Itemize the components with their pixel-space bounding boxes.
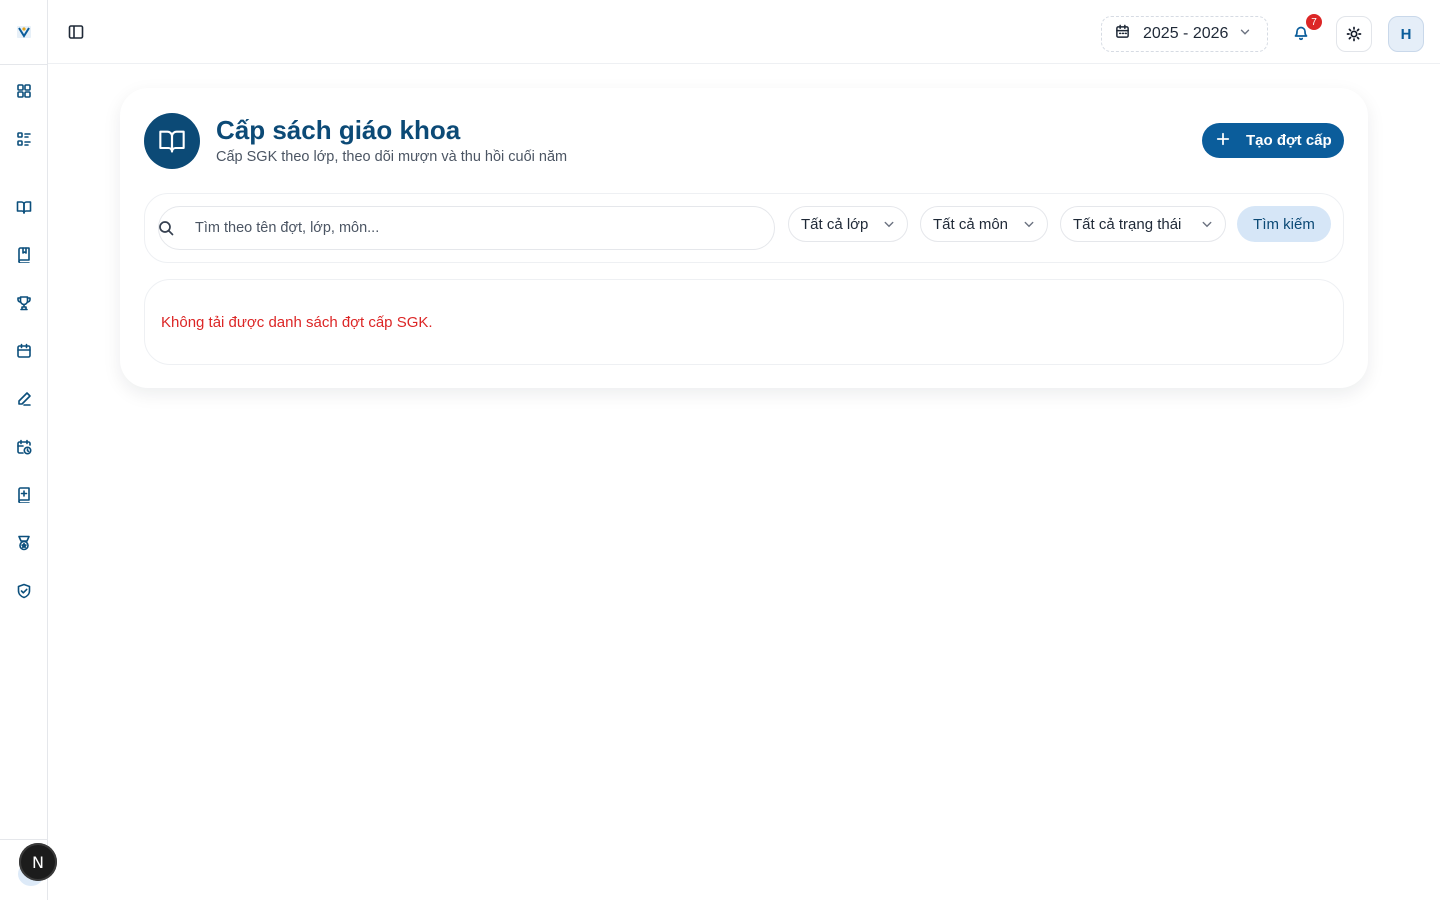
notification-count-badge: 7	[1306, 14, 1322, 30]
theme-toggle-button[interactable]	[1336, 16, 1372, 52]
pen-icon[interactable]	[14, 389, 34, 409]
shield-check-icon[interactable]	[14, 581, 34, 601]
calendar-icon	[1115, 24, 1130, 44]
status-filter-select[interactable]: Tất cả trạng thái	[1060, 206, 1226, 242]
search-field[interactable]	[158, 206, 775, 250]
class-filter-select[interactable]: Tất cả lớp	[788, 206, 908, 242]
medal-icon[interactable]	[14, 533, 34, 553]
panel-left-icon	[68, 25, 84, 39]
sidebar-toggle-button[interactable]	[68, 24, 88, 44]
calendar-clock-icon[interactable]	[14, 437, 34, 457]
subject-filter-select[interactable]: Tất cả môn	[920, 206, 1048, 242]
sidebar-footer-divider	[0, 839, 48, 840]
subject-filter-value: Tất cả môn	[933, 215, 1009, 233]
bookmark-book-icon[interactable]	[14, 245, 34, 265]
school-logo-icon[interactable]	[16, 24, 32, 40]
page-subtitle: Cấp SGK theo lớp, theo dõi mượn và thu h…	[216, 149, 568, 165]
topbar: 2025 - 2026 7 H	[48, 0, 1440, 64]
sun-icon	[1346, 26, 1362, 42]
book-plus-icon[interactable]	[14, 485, 34, 505]
chevron-down-icon	[1024, 221, 1034, 228]
page-title: Cấp sách giáo khoa	[216, 115, 461, 145]
chevron-down-icon	[884, 221, 894, 228]
class-filter-value: Tất cả lớp	[801, 215, 869, 233]
chevron-down-icon	[1202, 221, 1212, 228]
sidebar-divider	[0, 64, 48, 65]
error-panel: Không tải được danh sách đợt cấp SGK.	[144, 279, 1344, 365]
school-year-select[interactable]: 2025 - 2026	[1101, 16, 1268, 52]
textbook-issuance-card: Cấp sách giáo khoa Cấp SGK theo lớp, the…	[120, 88, 1368, 388]
plus-icon	[1216, 132, 1230, 150]
book-open-icon[interactable]	[14, 197, 34, 217]
create-batch-label: Tạo đợt cấp	[1246, 132, 1332, 149]
school-year-value: 2025 - 2026	[1143, 25, 1229, 42]
search-icon	[158, 220, 176, 238]
error-message: Không tải được danh sách đợt cấp SGK.	[161, 314, 433, 331]
dev-tools-badge[interactable]: N	[19, 843, 57, 881]
create-batch-button[interactable]: Tạo đợt cấp	[1202, 123, 1344, 158]
list-icon[interactable]	[14, 129, 34, 149]
search-input[interactable]	[195, 207, 755, 249]
book-open-icon	[144, 113, 200, 169]
user-avatar[interactable]: H	[1388, 16, 1424, 52]
status-filter-value: Tất cả trạng thái	[1073, 215, 1182, 233]
sidebar: N	[0, 0, 57, 900]
dashboard-icon[interactable]	[14, 81, 34, 101]
search-button[interactable]: Tìm kiếm	[1237, 206, 1331, 242]
chevron-down-icon	[1238, 25, 1252, 44]
calendar-icon[interactable]	[14, 341, 34, 361]
trophy-icon[interactable]	[14, 293, 34, 313]
filter-bar: Tất cả lớp Tất cả môn Tất cả trạng thái …	[144, 193, 1344, 263]
